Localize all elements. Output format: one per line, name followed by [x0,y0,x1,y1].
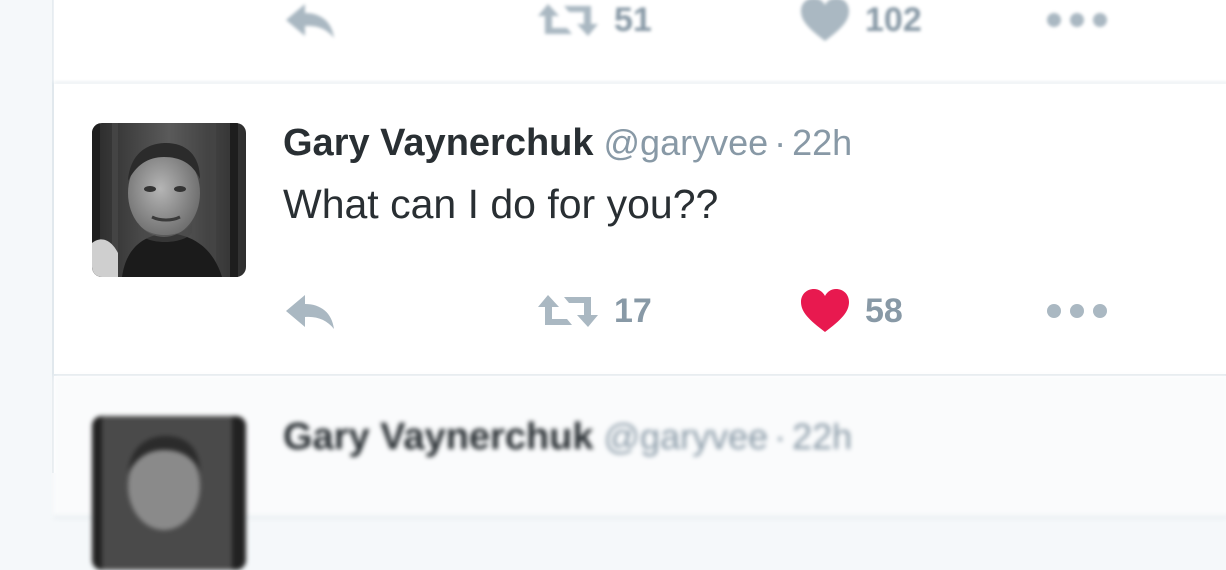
retweet-button[interactable]: 51 [536,0,652,45]
like-count: 58 [865,291,903,330]
more-dots-icon [1046,303,1108,319]
avatar[interactable] [92,123,246,277]
reply-icon [283,291,337,331]
reply-button[interactable] [283,0,337,45]
author-handle[interactable]: @garyvee [604,122,769,163]
author-handle[interactable]: @garyvee [604,416,769,457]
tweet-header: Gary Vaynerchuk @garyvee · 22h [283,414,852,460]
tweet-actions: 51 102 [283,0,1133,45]
tweet-timestamp[interactable]: 22h [792,416,852,457]
more-button[interactable] [1046,286,1108,336]
retweet-count: 17 [614,291,652,330]
author-name[interactable]: Gary Vaynerchuk [283,122,594,164]
tweet-text: What can I do for you?? [283,181,719,227]
tweet-header: Gary Vaynerchuk @garyvee · 22h [283,120,852,166]
heart-icon [799,0,851,43]
more-button[interactable] [1046,0,1108,45]
tweet-previous[interactable]: 51 102 [54,0,1226,84]
heart-icon [799,288,851,334]
retweet-count: 51 [614,0,652,39]
retweet-icon [536,0,600,40]
reply-button[interactable] [283,286,337,336]
like-button[interactable]: 58 [799,286,903,336]
tweet-next[interactable]: Gary Vaynerchuk @garyvee · 22h [54,376,1226,570]
tweet-actions: 17 58 [283,286,1133,336]
retweet-button[interactable]: 17 [536,286,652,336]
reply-icon [283,0,337,40]
retweet-icon [536,291,600,331]
more-dots-icon [1046,12,1108,28]
separator-dot: · [774,122,787,163]
like-button[interactable]: 102 [799,0,922,45]
tweet-main[interactable]: Gary Vaynerchuk @garyvee · 22h What can I d… [54,84,1226,376]
author-name[interactable]: Gary Vaynerchuk [283,416,594,458]
like-count: 102 [865,0,922,39]
timeline: 51 102 Gary Vaynerchuk @garyvee · 22h Wh… [52,0,1226,570]
tweet-timestamp[interactable]: 22h [792,122,852,163]
separator-dot: · [774,416,787,457]
avatar[interactable] [92,416,246,570]
